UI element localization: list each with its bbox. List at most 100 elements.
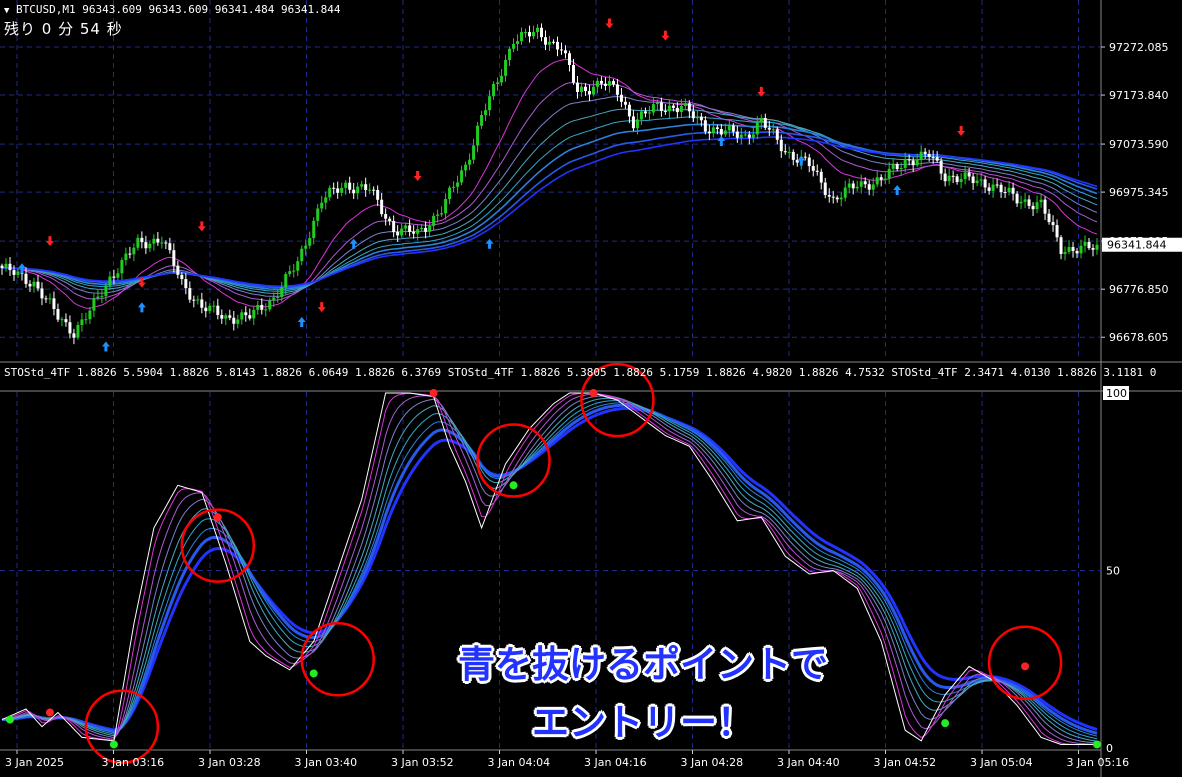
price-tick-label: 97272.085 [1109,41,1169,54]
candle-body [775,129,779,140]
last-price-label: 96341.844 [1107,239,1167,252]
candle-body [348,182,352,190]
candle-body [699,116,703,121]
candle-body [300,248,304,262]
candle-body [468,159,472,165]
triangle-down-icon[interactable]: ▼ [4,6,9,16]
exit-dot [213,513,222,522]
candle-body [683,103,687,106]
entry-dot [509,481,518,490]
candle-body [172,250,176,266]
candle-body [1063,251,1067,254]
candle-body [995,184,999,186]
sell-arrow-icon [197,221,206,232]
candle-body [444,199,448,214]
time-tick-label: 3 Jan 04:28 [681,756,744,769]
price-axis: 97272.08597173.84097073.59096975.3459687… [1101,41,1182,344]
candle-body [1067,247,1071,252]
candle-body [711,127,715,134]
candle-body [1031,205,1035,210]
candle-body [1023,199,1027,202]
candle-body [336,188,340,193]
candle-body [727,125,731,131]
candle-body [456,182,460,187]
candle-body [787,151,791,153]
candle-body [0,265,4,269]
candle-body [304,245,308,249]
buy-arrow-icon [485,238,494,249]
candle-body [260,304,264,310]
candle-body [1003,192,1007,194]
candle-body [811,166,815,171]
candle-body [388,218,392,221]
candle-body [867,184,871,190]
candle-body [771,129,775,131]
candle-body [675,107,679,113]
sell-arrow-icon [45,236,54,247]
candle-body [703,120,707,132]
stochastic-axis: 100 50 0 [1103,386,1129,755]
candle-body [120,260,124,274]
candle-body [308,238,312,246]
candle-body [472,145,476,160]
candle-body [100,296,104,298]
candle-body [140,237,144,243]
candle-body [464,164,468,171]
candle-body [679,105,683,113]
candle-body [232,317,236,324]
candle-body [555,41,559,50]
candle-body [412,231,416,234]
candle-body [563,50,567,54]
candle-body [360,184,364,187]
candle-body [803,156,807,158]
candle-body [707,131,711,134]
candle-body [372,189,376,191]
candle-body [124,253,128,261]
candle-body [963,172,967,180]
sell-arrow-icon [413,171,422,182]
candle-body [248,315,252,319]
time-tick-label: 3 Jan 04:16 [584,756,647,769]
buy-arrow-icon [297,316,306,327]
time-tick-label: 3 Jan 03:28 [198,756,261,769]
candle-body [8,263,12,271]
candle-body [931,157,935,159]
entry-dot [941,719,950,728]
candle-body [60,319,64,321]
candle-body [847,183,851,188]
candle-body [975,180,979,184]
candle-body [947,175,951,182]
candle-body [84,319,88,321]
candle-body [204,307,208,312]
candle-body [244,312,248,316]
candle-body [1095,244,1099,250]
candle-body [1059,237,1063,254]
time-tick-label: 3 Jan 2025 [5,756,64,769]
candle-body [651,104,655,113]
candle-body [196,299,200,301]
candle-body [895,164,899,170]
ma-line [1,82,1098,301]
candle-body [332,187,336,189]
candle-body [743,134,747,136]
candle-body [432,215,436,226]
candle-body [528,32,532,37]
candle-body [631,116,635,129]
caption-line-1: 青を抜けるポイントで [458,643,828,686]
candle-body [176,265,180,275]
candle-body [236,319,240,324]
candle-body [1027,199,1031,206]
candle-body [879,177,883,180]
candle-body [108,276,112,286]
candle-body [200,299,204,308]
candle-body [807,157,811,167]
candle-body [44,298,48,300]
sell-arrow-icon [605,18,614,29]
candle-body [943,173,947,182]
price-tick-label: 96678.605 [1109,331,1169,344]
candle-body [148,243,152,249]
candle-body [136,237,140,248]
candle-body [983,179,987,188]
candle-body [735,131,739,138]
candle-body [591,86,595,95]
